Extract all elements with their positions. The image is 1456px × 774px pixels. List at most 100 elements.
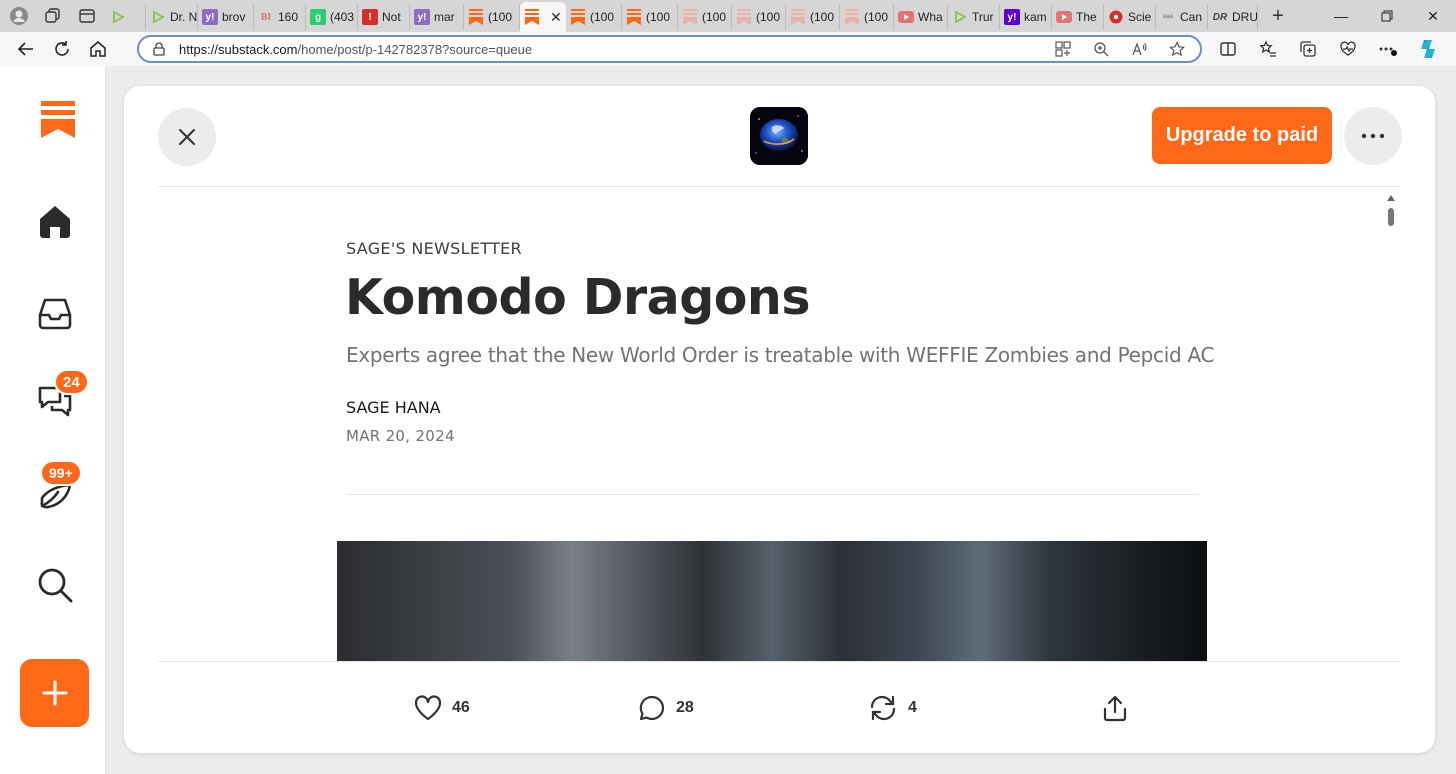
browser-tab[interactable] bbox=[106, 4, 146, 30]
close-tab-icon[interactable]: ✕ bbox=[550, 9, 562, 26]
tab-title: kam bbox=[1024, 10, 1047, 24]
browser-tab[interactable]: Trur bbox=[948, 4, 1000, 30]
browser-tab[interactable]: (100 bbox=[464, 4, 520, 30]
like-count: 46 bbox=[452, 699, 470, 716]
scroll-thumb[interactable] bbox=[1388, 208, 1394, 226]
search-nav-icon[interactable] bbox=[32, 562, 78, 608]
split-screen-icon[interactable] bbox=[1215, 36, 1241, 62]
home-icon[interactable] bbox=[80, 34, 116, 64]
tab-title: Dr. N bbox=[170, 10, 198, 24]
browser-tab[interactable]: y! kam bbox=[1000, 4, 1052, 30]
back-icon[interactable] bbox=[8, 34, 44, 64]
comment-count: 28 bbox=[676, 699, 694, 716]
tab-favicon-icon bbox=[524, 9, 540, 25]
restack-count: 4 bbox=[908, 699, 917, 716]
tab-favicon-icon bbox=[150, 9, 166, 25]
create-post-button[interactable] bbox=[20, 659, 89, 727]
browser-tab[interactable]: (100 bbox=[622, 4, 678, 30]
publication-logo[interactable] bbox=[750, 107, 808, 165]
content-scrollbar[interactable] bbox=[1384, 193, 1398, 658]
close-post-button[interactable] bbox=[158, 108, 216, 166]
url-text: https://substack.com/home/post/p-1427823… bbox=[179, 42, 1054, 57]
home-nav-icon[interactable] bbox=[32, 198, 78, 244]
browser-tab[interactable]: BI 160 bbox=[254, 4, 306, 30]
browser-tab[interactable]: DR DRU bbox=[1208, 4, 1258, 30]
post-hero-image[interactable] bbox=[337, 541, 1207, 661]
browser-tab[interactable]: g (403 bbox=[306, 4, 358, 30]
tab-title: (100 bbox=[864, 10, 889, 24]
post-subtitle: Experts agree that the New World Order i… bbox=[346, 343, 1215, 367]
share-button[interactable] bbox=[1102, 693, 1128, 723]
more-tools-icon[interactable] bbox=[1375, 36, 1401, 62]
upgrade-to-paid-button[interactable]: Upgrade to paid bbox=[1152, 107, 1332, 164]
inbox-nav-icon[interactable] bbox=[32, 290, 78, 336]
tab-favicon-icon bbox=[1108, 9, 1124, 25]
footer-divider bbox=[158, 661, 1400, 662]
browser-tab[interactable]: ✕ bbox=[520, 2, 566, 32]
browser-tab[interactable]: (100 bbox=[786, 4, 840, 30]
collections-icon[interactable] bbox=[1295, 36, 1321, 62]
tab-favicon-icon: y! bbox=[1004, 9, 1020, 25]
post-reader-card: Upgrade to paid SAGE'S NEWSLETTER Komodo… bbox=[124, 86, 1435, 753]
restore-icon[interactable] bbox=[1364, 0, 1410, 32]
tab-actions-icon[interactable] bbox=[76, 5, 98, 27]
workspaces-icon[interactable] bbox=[42, 5, 64, 27]
post-date: MAR 20, 2024 bbox=[346, 427, 455, 445]
address-bar[interactable]: https://substack.com/home/post/p-1427823… bbox=[137, 35, 1202, 63]
minimize-icon[interactable]: — bbox=[1318, 0, 1364, 32]
post-author[interactable]: SAGE HANA bbox=[346, 398, 441, 417]
browser-tab[interactable]: y! mar bbox=[410, 4, 464, 30]
tab-favicon-icon bbox=[626, 9, 642, 25]
substack-sidebar: 24 99+ bbox=[0, 66, 106, 774]
browser-tab[interactable]: Scie bbox=[1104, 4, 1156, 30]
restack-icon bbox=[870, 695, 896, 721]
substack-logo-icon[interactable] bbox=[35, 96, 81, 142]
browser-tab[interactable]: Dr. N bbox=[146, 4, 198, 30]
tab-title: (403 bbox=[330, 10, 355, 24]
comment-button[interactable]: 28 bbox=[638, 693, 694, 723]
browser-tab[interactable]: aaa Can bbox=[1156, 4, 1208, 30]
favorites-icon[interactable] bbox=[1255, 36, 1281, 62]
tab-favicon-icon: g bbox=[310, 9, 326, 25]
url-host: https://substack.com bbox=[179, 41, 298, 57]
copilot-icon[interactable] bbox=[1415, 36, 1441, 62]
publication-name[interactable]: SAGE'S NEWSLETTER bbox=[346, 239, 522, 258]
browser-tab[interactable]: (100 bbox=[566, 4, 622, 30]
chat-badge: 24 bbox=[54, 369, 89, 395]
read-aloud-icon[interactable] bbox=[1130, 40, 1148, 58]
tab-title: 160 bbox=[278, 10, 299, 24]
tab-favicon-icon: y! bbox=[202, 9, 218, 25]
plus-icon bbox=[42, 680, 67, 706]
tab-title: brov bbox=[222, 10, 246, 24]
browser-tab[interactable]: Wha bbox=[894, 4, 948, 30]
tab-title: Wha bbox=[918, 10, 943, 24]
browser-tab[interactable]: (100 bbox=[678, 4, 732, 30]
like-button[interactable]: 46 bbox=[414, 693, 470, 723]
tab-title: The bbox=[1076, 10, 1097, 24]
tab-favicon-icon bbox=[736, 9, 752, 25]
tab-title: Not bbox=[382, 10, 401, 24]
browser-tab[interactable]: (100 bbox=[732, 4, 786, 30]
browser-tab[interactable]: ! Not bbox=[358, 4, 410, 30]
profile-avatar-icon[interactable] bbox=[8, 5, 30, 27]
favorite-star-icon[interactable] bbox=[1168, 40, 1186, 58]
browser-tab[interactable]: y! brov bbox=[198, 4, 254, 30]
new-tab-button[interactable]: + bbox=[1264, 2, 1292, 30]
more-options-button[interactable] bbox=[1344, 107, 1402, 165]
scroll-up-arrow-icon[interactable] bbox=[1387, 195, 1395, 201]
comment-bubble-icon bbox=[639, 695, 665, 721]
tab-title: (100 bbox=[646, 10, 671, 24]
browser-tab[interactable]: (100 bbox=[840, 4, 894, 30]
lock-icon[interactable] bbox=[153, 42, 167, 56]
close-window-icon[interactable]: ✕ bbox=[1410, 0, 1456, 32]
activity-badge: 99+ bbox=[40, 460, 82, 486]
app-available-icon[interactable] bbox=[1054, 40, 1072, 58]
zoom-icon[interactable] bbox=[1092, 40, 1110, 58]
browser-tab[interactable]: The bbox=[1052, 4, 1104, 30]
restack-button[interactable]: 4 bbox=[868, 693, 917, 723]
window-controls: — ✕ bbox=[1318, 0, 1456, 32]
refresh-icon[interactable] bbox=[44, 34, 80, 64]
post-content: SAGE'S NEWSLETTER Komodo Dragons Experts… bbox=[158, 187, 1400, 661]
tab-title: (100 bbox=[488, 10, 513, 24]
health-heart-icon[interactable] bbox=[1335, 36, 1361, 62]
